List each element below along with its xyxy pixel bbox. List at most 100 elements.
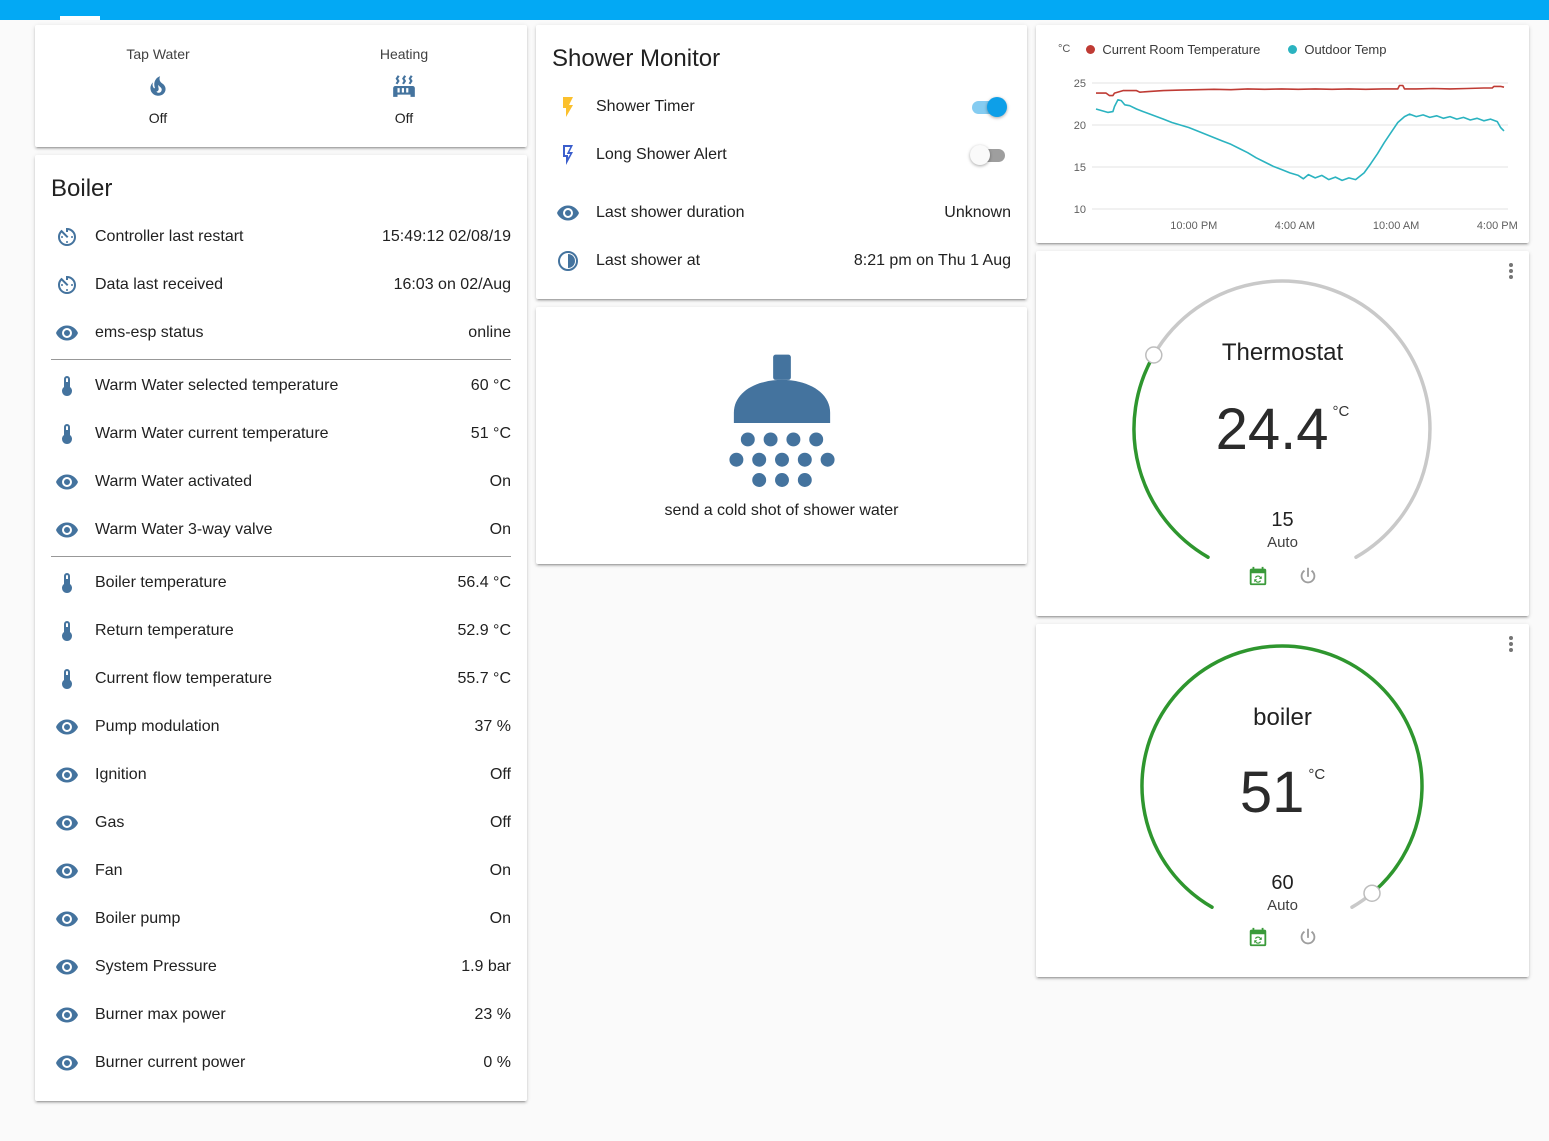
- calendar-sync-icon[interactable]: [1247, 565, 1269, 587]
- eye-icon: [55, 518, 79, 542]
- entity-row[interactable]: Boiler pumpOn: [51, 895, 511, 943]
- power-icon[interactable]: [1297, 926, 1319, 948]
- dial-actions: [1036, 926, 1529, 948]
- entity-name: Fan: [95, 862, 482, 880]
- entity-row[interactable]: ems-esp statusonline: [51, 309, 511, 357]
- target-temperature: 15: [1036, 509, 1529, 532]
- chart-line: [1096, 100, 1504, 181]
- entity-name: Boiler temperature: [95, 574, 449, 592]
- eye-icon: [55, 811, 79, 835]
- thermometer-icon: [55, 422, 79, 446]
- chart-legend: °C Current Room TemperatureOutdoor Temp: [1048, 37, 1519, 61]
- card-title: Boiler: [35, 155, 527, 213]
- svg-text:15: 15: [1074, 162, 1086, 174]
- entity-value: 1.9 bar: [461, 958, 511, 976]
- entity-row[interactable]: Burner current power0 %: [51, 1039, 511, 1087]
- eye-icon: [55, 763, 79, 787]
- legend-label: Current Room Temperature: [1102, 42, 1260, 57]
- glance-label: Tap Water: [35, 46, 281, 62]
- entity-row[interactable]: Boiler temperature56.4 °C: [51, 559, 511, 607]
- legend-label: Outdoor Temp: [1304, 42, 1386, 57]
- eye-icon: [55, 1003, 79, 1027]
- entity-value: On: [490, 521, 511, 539]
- app-header: [0, 0, 1549, 20]
- entity-name: Shower Timer: [596, 98, 970, 116]
- entity-row[interactable]: Return temperature52.9 °C: [51, 607, 511, 655]
- glance-item-tap-water[interactable]: Tap WaterOff: [35, 46, 281, 126]
- power-icon[interactable]: [1297, 565, 1319, 587]
- radiator-icon: [281, 73, 527, 99]
- flash-outline-icon: [556, 143, 580, 167]
- entity-value: On: [490, 862, 511, 880]
- entity-row[interactable]: Warm Water 3-way valveOn: [51, 506, 511, 554]
- toggle-switch[interactable]: [970, 97, 1007, 117]
- temperature-unit: °C: [1308, 766, 1325, 783]
- entity-rows: Shower Timer Long Shower Alert Last shower…: [536, 83, 1027, 299]
- legend-dot: [1086, 45, 1095, 54]
- middle-column: Shower Monitor Shower Timer Long Shower A…: [536, 25, 1027, 564]
- entity-row[interactable]: Long Shower Alert: [552, 131, 1011, 179]
- entity-name: Warm Water selected temperature: [95, 377, 463, 395]
- svg-text:4:00 PM: 4:00 PM: [1477, 220, 1517, 232]
- boiler-card: Boiler Controller last restart15:49:12 0…: [35, 155, 527, 1101]
- left-column: Tap WaterOffHeatingOff Boiler Controller…: [35, 25, 527, 1101]
- boiler-dial-card: boiler 51 °C 60 Auto: [1036, 624, 1529, 977]
- divider: [51, 359, 511, 360]
- entity-name: Warm Water current temperature: [95, 425, 463, 443]
- active-tab-indicator[interactable]: [60, 16, 100, 20]
- entity-row[interactable]: Warm Water current temperature51 °C: [51, 410, 511, 458]
- glance-label: Heating: [281, 46, 527, 62]
- entity-row[interactable]: Controller last restart15:49:12 02/08/19: [51, 213, 511, 261]
- entity-row[interactable]: Data last received16:03 on 02/Aug: [51, 261, 511, 309]
- card-title: Shower Monitor: [536, 25, 1027, 83]
- hvac-mode: Auto: [1036, 897, 1529, 914]
- entity-value: Unknown: [944, 204, 1011, 222]
- entity-row[interactable]: Current flow temperature55.7 °C: [51, 655, 511, 703]
- chart-line: [1096, 86, 1504, 96]
- entity-rows: Controller last restart15:49:12 02/08/19…: [35, 213, 527, 1101]
- dial-actions: [1036, 565, 1529, 587]
- entity-row[interactable]: IgnitionOff: [51, 751, 511, 799]
- entity-name: Pump modulation: [95, 718, 467, 736]
- eye-icon: [55, 715, 79, 739]
- entity-row[interactable]: Last shower at8:21 pm on Thu 1 Aug: [552, 237, 1011, 285]
- svg-text:4:00 AM: 4:00 AM: [1275, 220, 1315, 232]
- entity-value: 37 %: [475, 718, 511, 736]
- menu-icon[interactable]: [1499, 259, 1523, 283]
- eye-icon: [55, 321, 79, 345]
- entity-row[interactable]: Last shower duration Unknown: [552, 189, 1011, 237]
- svg-text:10:00 PM: 10:00 PM: [1170, 220, 1217, 232]
- eye-icon: [55, 1051, 79, 1075]
- entity-row[interactable]: Shower Timer: [552, 83, 1011, 131]
- entity-name: Burner current power: [95, 1054, 475, 1072]
- entity-row[interactable]: GasOff: [51, 799, 511, 847]
- hvac-mode: Auto: [1036, 534, 1529, 551]
- flash-icon: [556, 95, 580, 119]
- entity-row[interactable]: Pump modulation 37 %: [51, 703, 511, 751]
- eye-icon: [55, 859, 79, 883]
- svg-text:25: 25: [1074, 78, 1086, 90]
- entity-row[interactable]: Burner max power23 %: [51, 991, 511, 1039]
- entity-row[interactable]: Warm Water selected temperature60 °C: [51, 362, 511, 410]
- entity-row[interactable]: Fan On: [51, 847, 511, 895]
- entity-name: Last shower at: [596, 252, 846, 270]
- shower-button-label: send a cold shot of shower water: [665, 502, 899, 520]
- entity-name: Last shower duration: [596, 204, 936, 222]
- glance-item-heating[interactable]: HeatingOff: [281, 46, 527, 126]
- entity-name: Gas: [95, 814, 482, 832]
- divider: [51, 556, 511, 557]
- entity-name: Current flow temperature: [95, 670, 449, 688]
- toggle-switch[interactable]: [970, 145, 1007, 165]
- entity-name: System Pressure: [95, 958, 453, 976]
- temperature-value: 24.4: [1216, 401, 1329, 459]
- menu-icon[interactable]: [1499, 632, 1523, 656]
- calendar-sync-icon[interactable]: [1247, 926, 1269, 948]
- entity-row[interactable]: Warm Water activatedOn: [51, 458, 511, 506]
- history-graph: 2520151010:00 PM4:00 AM10:00 AM4:00 PM: [1048, 61, 1517, 239]
- entity-name: Burner max power: [95, 1006, 467, 1024]
- dial-title: Thermostat: [1036, 339, 1529, 367]
- shower-button-card[interactable]: send a cold shot of shower water: [536, 307, 1027, 564]
- entity-name: Warm Water activated: [95, 473, 482, 491]
- entity-row[interactable]: System Pressure 1.9 bar: [51, 943, 511, 991]
- timer-icon: [55, 225, 79, 249]
